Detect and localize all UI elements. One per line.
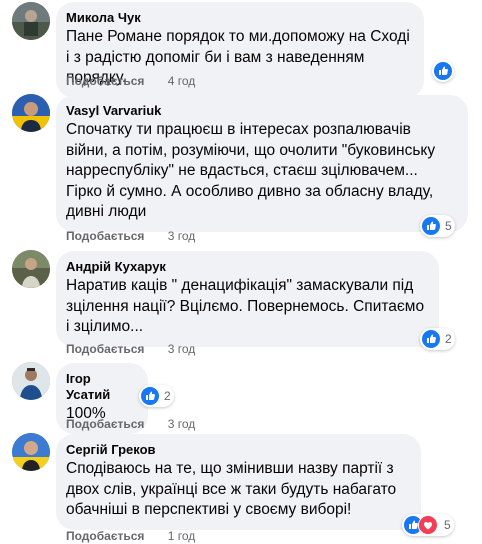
user-photo-icon <box>12 362 50 400</box>
reactions-summary[interactable] <box>432 60 454 82</box>
author-name[interactable]: Vasyl Varvariuk <box>66 103 456 119</box>
comment-actions: Подобається 3 год <box>66 229 195 243</box>
author-name[interactable]: Андрій Кухарук <box>66 259 427 275</box>
like-button[interactable]: Подобається <box>66 417 144 431</box>
timestamp[interactable]: 1 год <box>168 529 196 543</box>
avatar[interactable] <box>12 94 50 132</box>
comment-text: Сподіваюсь на те, що змінивши назву парт… <box>66 460 397 518</box>
comment-actions: Подобається 1 год <box>66 529 195 543</box>
user-photo-icon <box>12 2 50 40</box>
reactions-summary[interactable]: 5 <box>402 514 454 536</box>
reaction-count: 2 <box>445 332 452 346</box>
comment-actions: Подобається 3 год <box>66 342 195 356</box>
reactions-summary[interactable]: 2 <box>139 385 174 407</box>
avatar[interactable] <box>12 2 50 40</box>
comment-bubble: Сергій Греков Сподіваюсь на те, що зміни… <box>56 434 421 530</box>
comment-bubble: Vasyl Varvariuk Спочатку ти працюєш в ін… <box>56 95 468 232</box>
like-button[interactable]: Подобається <box>66 529 144 543</box>
like-reaction-icon <box>434 62 452 80</box>
reaction-count: 5 <box>444 518 451 532</box>
timestamp[interactable]: 3 год <box>168 417 196 431</box>
avatar[interactable] <box>12 250 50 288</box>
author-name[interactable]: Сергій Греков <box>66 442 409 458</box>
user-photo-icon <box>12 250 50 288</box>
avatar[interactable] <box>12 433 50 471</box>
reactions-summary[interactable]: 5 <box>420 215 455 237</box>
timestamp[interactable]: 3 год <box>168 229 196 243</box>
like-reaction-icon <box>422 217 440 235</box>
avatar[interactable] <box>12 362 50 400</box>
comment-bubble: Андрій Кухарук Наратив каців " денацифік… <box>56 251 439 347</box>
comment-text: Спочатку ти працюєш в інтересах розпалюв… <box>66 121 436 220</box>
timestamp[interactable]: 3 год <box>168 342 196 356</box>
comment-text: Наратив каців " денацифікація" замаскува… <box>66 277 425 335</box>
author-name[interactable]: Ігор Усатий <box>66 371 136 403</box>
reaction-count: 2 <box>164 389 171 403</box>
love-reaction-icon <box>418 514 439 536</box>
author-name[interactable]: Микола Чук <box>66 10 412 26</box>
like-reaction-icon <box>422 330 440 348</box>
user-photo-icon <box>12 94 50 132</box>
comment-actions: Подобається 4 год <box>66 74 195 88</box>
like-button[interactable]: Подобається <box>66 229 144 243</box>
like-button[interactable]: Подобається <box>66 74 144 88</box>
reactions-summary[interactable]: 2 <box>420 328 455 350</box>
user-photo-icon <box>12 433 50 471</box>
like-button[interactable]: Подобається <box>66 342 144 356</box>
like-reaction-icon <box>141 387 159 405</box>
comment-actions: Подобається 3 год <box>66 417 195 431</box>
timestamp[interactable]: 4 год <box>168 74 196 88</box>
reaction-count: 5 <box>445 219 452 233</box>
